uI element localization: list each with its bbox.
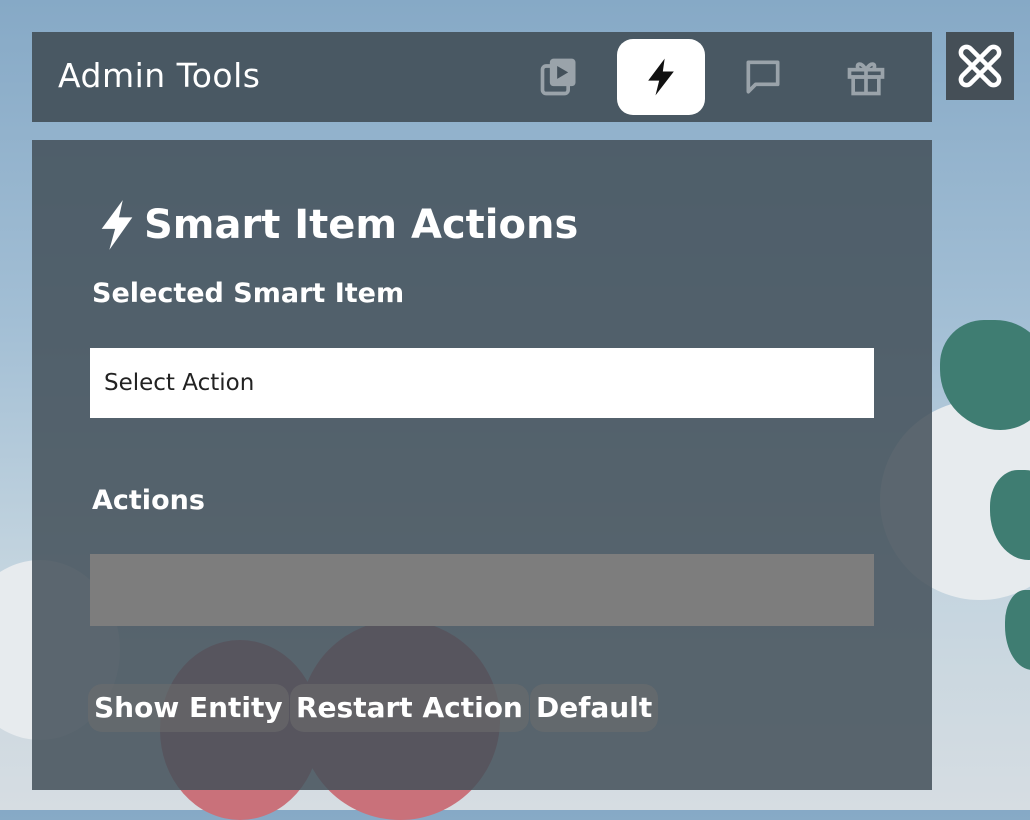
admin-toolbar: Admin Tools bbox=[32, 32, 932, 122]
video-library-icon bbox=[540, 58, 576, 96]
app-title: Admin Tools bbox=[58, 56, 261, 95]
panel-title-text: Smart Item Actions bbox=[144, 202, 579, 248]
tab-gift[interactable] bbox=[822, 39, 910, 115]
close-tools-button[interactable] bbox=[946, 32, 1014, 100]
show-entity-button[interactable]: Show Entity bbox=[88, 684, 289, 732]
lightning-icon bbox=[101, 200, 133, 250]
chat-bubble-icon bbox=[746, 60, 780, 94]
actions-list[interactable] bbox=[90, 554, 874, 626]
lightning-icon bbox=[648, 58, 674, 96]
gift-icon bbox=[847, 62, 885, 96]
panel-title: Smart Item Actions bbox=[94, 198, 578, 252]
tools-close-icon bbox=[958, 44, 1002, 88]
selected-item-label: Selected Smart Item bbox=[92, 278, 405, 309]
default-button[interactable]: Default bbox=[530, 684, 659, 732]
actions-label: Actions bbox=[92, 485, 205, 516]
smart-item-panel: Smart Item Actions Selected Smart Item S… bbox=[32, 140, 932, 790]
restart-action-button[interactable]: Restart Action bbox=[290, 684, 529, 732]
action-select[interactable]: Select Action bbox=[90, 348, 874, 418]
tab-video[interactable] bbox=[515, 39, 603, 115]
tab-chat[interactable] bbox=[719, 39, 807, 115]
tab-actions[interactable] bbox=[617, 39, 705, 115]
